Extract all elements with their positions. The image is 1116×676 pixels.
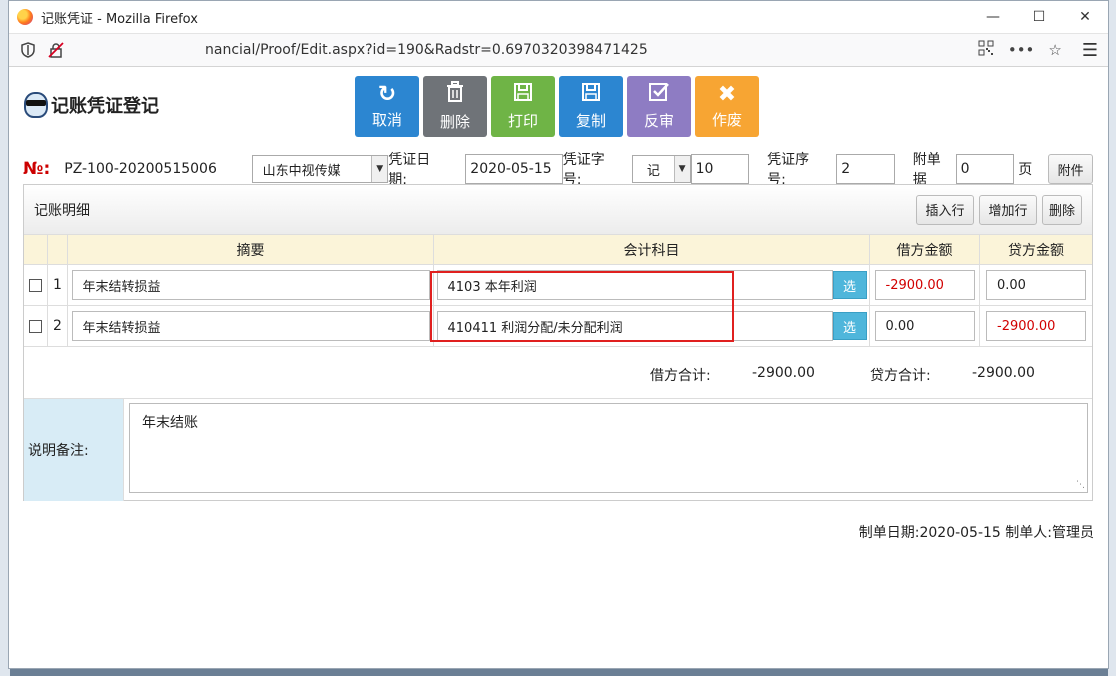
insecure-lock-icon[interactable] [47,41,65,59]
page-content: 记账凭证登记 ↻ 取消 删除 打印 复制 反审 ✖ 作废 №: PZ-100-2… [9,68,1108,668]
memo-row: 说明备注: 年末结账 ⋱ [24,399,1092,501]
row-number: 1 [48,265,68,305]
company-value: 山东中视传媒 [262,163,341,179]
add-row-button[interactable]: 增加行 [979,194,1037,225]
cow-logo-icon [23,88,49,122]
window-title: 记账凭证 - Mozilla Firefox [41,11,198,27]
print-button[interactable]: 打印 [491,76,555,137]
totals-row: 借方合计: -2900.00 贷方合计: -2900.00 [24,347,1092,399]
seq-input[interactable]: 2 [836,154,895,184]
close-icon: ✖ [717,82,737,107]
date-label: 凭证日期: [388,152,431,188]
trash-icon [445,81,465,109]
shield-icon[interactable] [19,41,37,59]
menu-icon[interactable]: ☰ [1082,40,1098,61]
detail-table: 摘要 会计科目 借方金额 贷方金额 1 年末结转损益 4103 本年利润 选 -… [24,235,1092,347]
summary-header: 摘要 [68,235,434,264]
toolbar: ↻ 取消 删除 打印 复制 反审 ✖ 作废 [355,76,759,137]
url-text[interactable]: nancial/Proof/Edit.aspx?id=190&Radstr=0.… [75,42,978,58]
attachment-button[interactable]: 附件 [1048,154,1094,184]
word-label: 凭证字号: [562,152,605,188]
bookmark-star-icon[interactable]: ☆ [1048,41,1061,59]
footer-info: 制单日期:2020-05-15 制单人:管理员 [858,525,1094,541]
url-bar: nancial/Proof/Edit.aspx?id=190&Radstr=0.… [9,33,1108,67]
chevron-down-icon: ▼ [371,156,388,182]
checkbox-icon [648,82,670,108]
void-label: 作废 [711,111,742,129]
number-mark: №: [23,159,51,179]
voucher-info-row: №: PZ-100-20200515006 山东中视传媒 ▼ 凭证日期: 202… [23,152,1094,188]
copy-label: 复制 [575,112,606,130]
delete-label: 删除 [439,113,470,131]
summary-input[interactable]: 年末结转损益 [71,311,430,341]
memo-textarea[interactable]: 年末结账 ⋱ [129,403,1088,493]
insert-row-button[interactable]: 插入行 [916,194,974,225]
qr-code-icon[interactable] [978,40,994,60]
unaudit-label: 反审 [643,112,674,130]
minimize-button[interactable]: — [970,1,1016,33]
word-value: 记 [646,163,660,179]
resize-handle-icon[interactable]: ⋱ [1076,480,1085,490]
debit-total-label: 借方合计: [650,368,711,384]
table-row: 1 年末结转损益 4103 本年利润 选 -2900.00 0.00 [24,265,1092,306]
page-title: 记账凭证登记 [51,96,159,117]
debit-header: 借方金额 [870,235,980,264]
credit-input[interactable]: 0.00 [986,270,1086,300]
row-checkbox[interactable] [29,278,42,292]
cancel-label: 取消 [371,111,402,129]
maximize-button[interactable]: ☐ [1016,1,1062,33]
credit-total-value: -2900.00 [972,365,1035,381]
memo-label: 说明备注: [24,399,124,501]
attach-count-input[interactable]: 0 [955,154,1015,184]
attach-unit: 页 [1018,162,1033,178]
row-checkbox[interactable] [29,319,42,333]
save-disk-icon [581,82,601,108]
debit-input[interactable]: 0.00 [874,311,975,341]
seq-label: 凭证序号: [767,152,810,188]
delete-voucher-button[interactable]: 删除 [423,76,487,137]
delete-row-button[interactable]: 删除 [1042,194,1082,225]
debit-total-value: -2900.00 [752,365,815,381]
debit-input[interactable]: -2900.00 [874,270,975,300]
detail-title: 记账明细 [34,202,90,219]
credit-total-label: 贷方合计: [870,368,931,384]
browser-window: 记账凭证 - Mozilla Firefox — ☐ ✕ nancial/Pro… [8,0,1109,669]
cancel-button[interactable]: ↻ 取消 [355,76,419,137]
void-button[interactable]: ✖ 作废 [695,76,759,137]
select-subject-button[interactable]: 选 [832,312,867,340]
detail-panel: 记账明细 插入行 增加行 删除 摘要 会计科目 借方金额 贷方金额 1 年末结转… [23,184,1093,501]
subject-header: 会计科目 [434,235,870,264]
save-disk-icon [513,82,533,108]
word-select[interactable]: 记 ▼ [631,155,691,183]
table-header: 摘要 会计科目 借方金额 贷方金额 [24,235,1092,265]
chevron-down-icon: ▼ [673,156,690,182]
more-actions-icon[interactable]: ••• [1008,41,1035,59]
date-input[interactable]: 2020-05-15 [465,154,563,184]
summary-input[interactable]: 年末结转损益 [71,270,430,300]
table-row: 2 年末结转损益 410411 利润分配/未分配利润 选 0.00 -2900.… [24,306,1092,347]
credit-input[interactable]: -2900.00 [986,311,1086,341]
subject-input[interactable]: 410411 利润分配/未分配利润 [436,311,833,341]
close-button[interactable]: ✕ [1062,1,1108,33]
background-app-edge-right [1108,0,1116,676]
undo-icon: ↻ [377,82,397,107]
word-number-input[interactable]: 10 [690,154,750,184]
attach-label: 附单据 [912,152,941,188]
credit-header: 贷方金额 [1008,242,1064,259]
company-select[interactable]: 山东中视传媒 ▼ [251,155,389,183]
title-bar: 记账凭证 - Mozilla Firefox — ☐ ✕ [9,1,1108,33]
select-subject-button[interactable]: 选 [832,271,867,299]
row-number: 2 [48,306,68,346]
print-label: 打印 [507,112,538,130]
memo-text: 年末结账 [142,415,198,431]
subject-input[interactable]: 4103 本年利润 [436,270,833,300]
voucher-number: PZ-100-20200515006 [64,161,217,177]
firefox-icon [17,9,33,25]
unaudit-button[interactable]: 反审 [627,76,691,137]
copy-button[interactable]: 复制 [559,76,623,137]
